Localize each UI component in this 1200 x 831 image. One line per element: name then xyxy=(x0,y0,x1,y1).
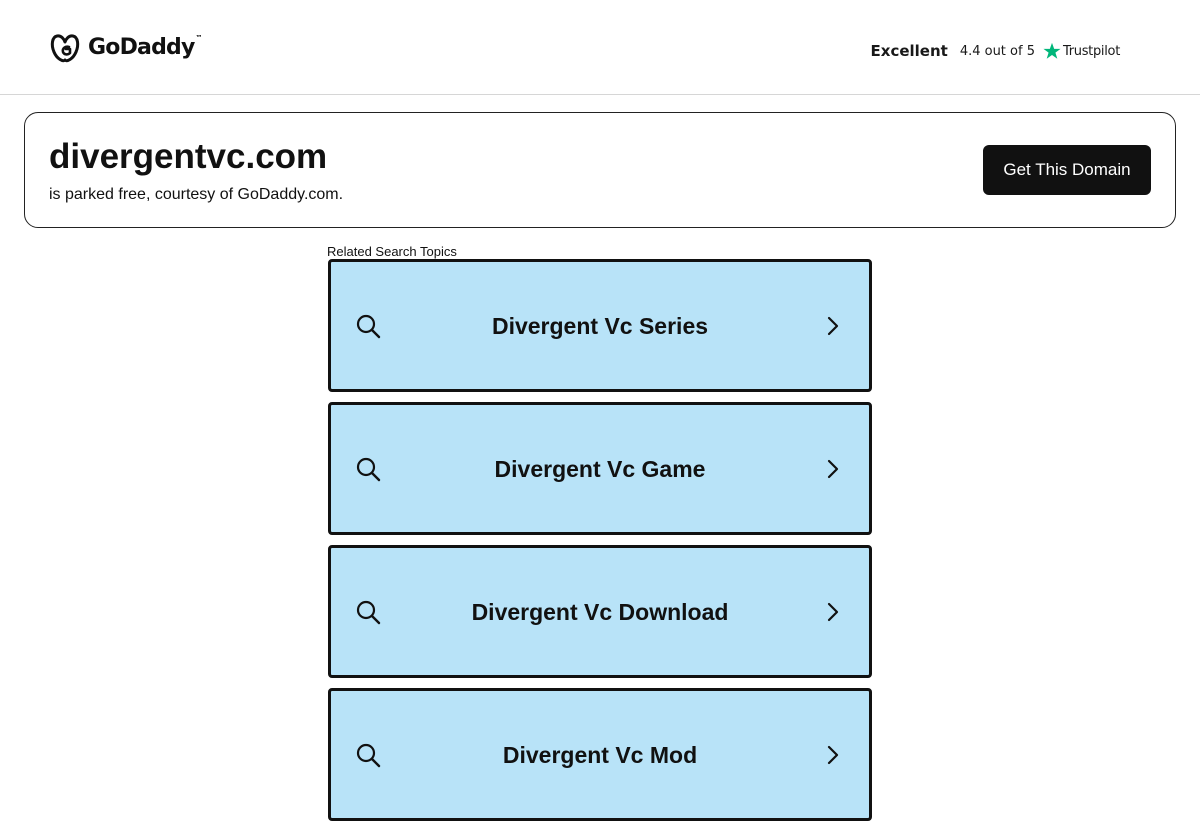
topic-label: Divergent Vc Download xyxy=(471,598,729,625)
topic-link-game[interactable]: Divergent Vc Game xyxy=(328,402,872,535)
search-icon xyxy=(356,457,381,481)
topic-label: Divergent Vc Series xyxy=(491,312,709,339)
godaddy-logo-icon xyxy=(50,34,80,63)
related-topics-list: Divergent Vc Series Divergent Vc Game Di… xyxy=(328,259,872,831)
domain-card: divergentvc.com is parked free, courtesy… xyxy=(24,112,1176,228)
trustpilot-rating[interactable]: Excellent 4.4 out of 5 Trustpilot xyxy=(870,39,1121,63)
trust-rating-text: 4.4 out of 5 xyxy=(959,43,1035,59)
trustpilot-star-icon xyxy=(1043,42,1061,59)
domain-name: divergentvc.com xyxy=(49,137,328,176)
search-icon xyxy=(356,743,381,767)
chevron-right-icon xyxy=(827,316,839,335)
trustpilot-brand: Trustpilot xyxy=(1062,43,1120,59)
chevron-right-icon xyxy=(827,459,839,478)
search-icon xyxy=(356,314,381,338)
chevron-right-icon xyxy=(827,602,839,621)
topic-link-download[interactable]: Divergent Vc Download xyxy=(328,545,872,678)
search-icon xyxy=(356,600,381,624)
chevron-right-icon xyxy=(827,745,839,764)
logo-wordmark: GoDaddy™ xyxy=(88,34,203,60)
related-search-label: Related Search Topics xyxy=(327,244,457,259)
site-header: GoDaddy™ Excellent 4.4 out of 5 Trustpil… xyxy=(0,0,1200,95)
godaddy-logo[interactable]: GoDaddy™ xyxy=(48,31,203,65)
parked-notice: is parked free, courtesy of GoDaddy.com. xyxy=(49,186,344,203)
topic-link-series[interactable]: Divergent Vc Series xyxy=(328,259,872,392)
topic-label: Divergent Vc Mod xyxy=(502,741,698,768)
get-this-domain-button[interactable]: Get This Domain xyxy=(983,145,1151,195)
topic-link-mod[interactable]: Divergent Vc Mod xyxy=(328,688,872,821)
topic-label: Divergent Vc Game xyxy=(494,455,706,482)
trust-excellent-label: Excellent xyxy=(870,42,948,60)
